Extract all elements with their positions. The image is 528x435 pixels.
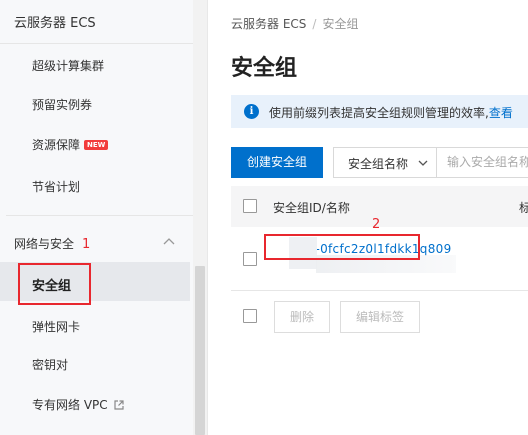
- delete-button[interactable]: 删除: [274, 301, 330, 333]
- filter-field-select[interactable]: 安全组名称: [333, 147, 437, 178]
- sidebar-item-resource-assurance[interactable]: 资源保障 NEW: [32, 136, 109, 153]
- sidebar-item-label: 专有网络 VPC: [32, 398, 108, 412]
- sidebar-divider: [0, 43, 207, 44]
- sidebar-item-label: 节省计划: [32, 180, 81, 194]
- sidebar-title[interactable]: 云服务器 ECS: [14, 12, 96, 31]
- info-banner-link[interactable]: 查看: [489, 106, 513, 120]
- annotation-number-1: 1: [82, 237, 91, 252]
- sidebar-item-label: 超级计算集群: [32, 59, 105, 73]
- breadcrumb-item-ecs[interactable]: 云服务器 ECS: [231, 17, 306, 31]
- sidebar: 云服务器 ECS 超级计算集群 预留实例券 资源保障 NEW 节省计划 网络与安全…: [0, 0, 208, 435]
- info-banner: i 使用前缀列表提高安全组规则管理的效率,查看: [231, 95, 528, 128]
- sidebar-item-key-pairs[interactable]: 密钥对: [32, 356, 68, 373]
- info-icon: i: [244, 104, 259, 119]
- row-checkbox[interactable]: [243, 252, 257, 266]
- sidebar-group-label: 网络与安全: [14, 237, 75, 251]
- sidebar-scrollbar-thumb[interactable]: [195, 266, 205, 435]
- chevron-up-icon[interactable]: [163, 236, 175, 246]
- info-banner-message: 使用前缀列表提高安全组规则管理的效率,: [269, 106, 489, 120]
- sidebar-item-label: 弹性网卡: [32, 320, 81, 334]
- select-all-checkbox[interactable]: [243, 199, 257, 213]
- sidebar-item-reserved-instances[interactable]: 预留实例券: [32, 96, 92, 113]
- main-content: 云服务器 ECS / 安全组 安全组 i 使用前缀列表提高安全组规则管理的效率,查看…: [209, 0, 528, 435]
- breadcrumb: 云服务器 ECS / 安全组: [231, 15, 358, 32]
- external-link-icon: [114, 400, 125, 410]
- annotation-number-2: 2: [372, 217, 381, 232]
- sidebar-section-divider: [6, 215, 202, 216]
- breadcrumb-separator: /: [312, 17, 317, 31]
- bulk-select-checkbox[interactable]: [243, 309, 257, 323]
- breadcrumb-item-current: 安全组: [322, 17, 359, 31]
- annotation-box-2: [264, 234, 420, 260]
- sidebar-item-label: 密钥对: [32, 358, 69, 372]
- edit-tags-button[interactable]: 编辑标签: [340, 301, 420, 333]
- sidebar-item-elastic-nic[interactable]: 弹性网卡: [32, 318, 80, 335]
- sidebar-item-savings-plan[interactable]: 节省计划: [32, 178, 80, 195]
- column-header-tags: 标: [519, 201, 528, 215]
- sidebar-item-vpc[interactable]: 专有网络 VPC: [32, 396, 125, 413]
- create-security-group-button[interactable]: 创建安全组: [231, 147, 323, 178]
- sidebar-item-super-computing-cluster[interactable]: 超级计算集群: [32, 57, 104, 74]
- filter-field-value: 安全组名称: [348, 157, 409, 171]
- sidebar-item-label: 预留实例券: [32, 98, 93, 112]
- search-input[interactable]: 输入安全组名称: [436, 147, 528, 178]
- info-banner-text: 使用前缀列表提高安全组规则管理的效率,查看: [269, 104, 513, 121]
- page-title: 安全组: [231, 56, 298, 81]
- new-badge: NEW: [84, 140, 109, 150]
- annotation-box-1: [18, 263, 91, 305]
- sidebar-group-network-security[interactable]: 网络与安全: [14, 235, 74, 252]
- chevron-down-icon: [418, 160, 428, 166]
- sidebar-item-label: 资源保障: [32, 138, 81, 152]
- column-header-id-name: 安全组ID/名称: [273, 201, 350, 215]
